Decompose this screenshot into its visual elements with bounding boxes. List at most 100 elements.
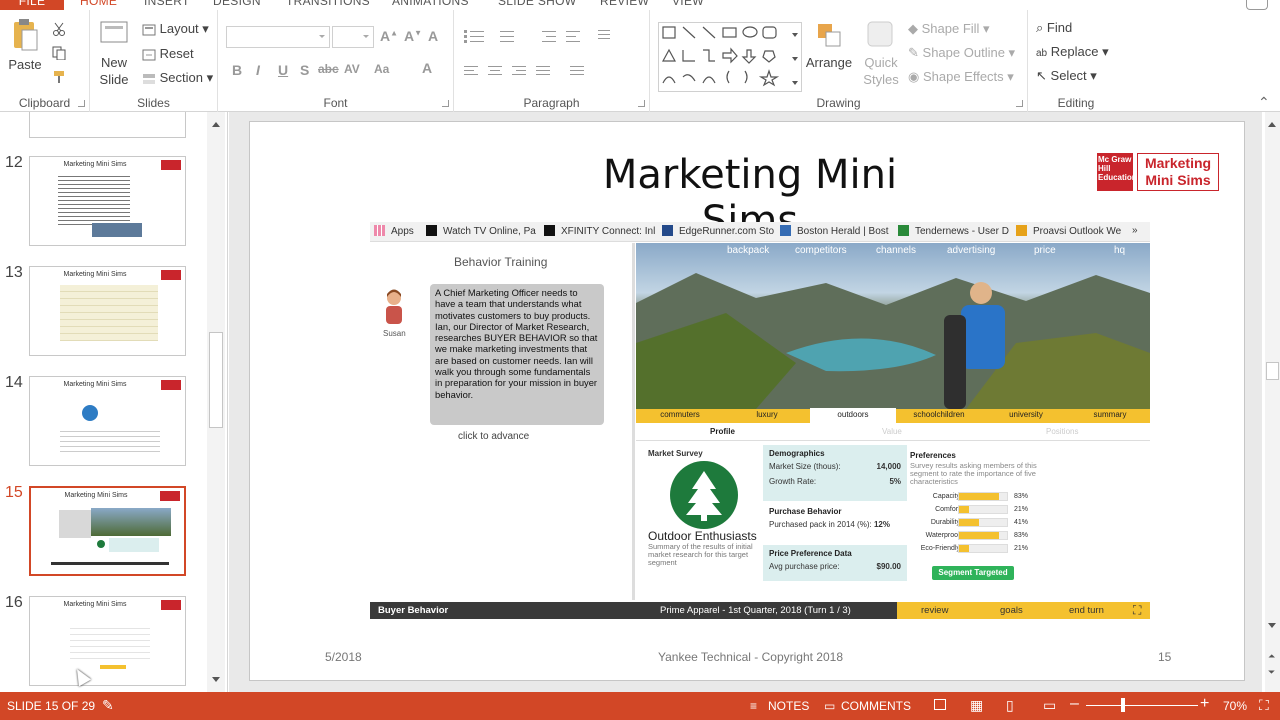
tab-luxury[interactable]: luxury bbox=[724, 410, 810, 419]
reading-view-icon[interactable]: ▯ bbox=[1006, 697, 1014, 714]
shadow-icon[interactable]: S bbox=[300, 62, 309, 78]
scroll-thumb[interactable] bbox=[1266, 362, 1279, 380]
next-slide-icon[interactable]: ⏷ bbox=[1268, 667, 1275, 678]
font-size-combo[interactable] bbox=[332, 26, 374, 48]
subtab-value[interactable]: Value bbox=[882, 427, 902, 436]
footer-page-number[interactable]: 15 bbox=[1158, 650, 1171, 664]
tab-outdoors[interactable]: outdoors bbox=[810, 408, 896, 423]
zoom-in-icon[interactable]: + bbox=[1200, 695, 1209, 713]
tab-slide-show[interactable]: SLIDE SHOW bbox=[498, 0, 576, 8]
change-case-icon[interactable]: Aa bbox=[374, 62, 389, 76]
tab-schoolchildren[interactable]: schoolchildren bbox=[896, 410, 982, 419]
replace-button[interactable]: ab Replace ▾ bbox=[1036, 44, 1109, 60]
tab-view[interactable]: VIEW bbox=[672, 0, 704, 8]
comments-icon[interactable]: ▭ bbox=[824, 699, 835, 713]
nav-hq[interactable]: hq bbox=[1114, 245, 1125, 256]
comments-button[interactable]: COMMENTS bbox=[841, 699, 911, 713]
tab-university[interactable]: university bbox=[982, 410, 1070, 419]
scroll-up-icon[interactable] bbox=[212, 118, 220, 127]
copy-icon[interactable] bbox=[52, 46, 70, 60]
normal-view-icon[interactable] bbox=[934, 699, 946, 710]
notes-button[interactable]: NOTES bbox=[768, 699, 809, 713]
tab-design[interactable]: DESIGN bbox=[213, 0, 261, 8]
subtab-profile[interactable]: Profile bbox=[710, 427, 735, 436]
layout-button[interactable]: Layout ▾ bbox=[142, 21, 209, 37]
slide-sorter-icon[interactable]: ▦ bbox=[970, 697, 983, 714]
nav-competitors[interactable]: competitors bbox=[795, 245, 847, 256]
shape-outline-button[interactable]: ✎ Shape Outline ▾ bbox=[908, 45, 1015, 61]
subtab-positions[interactable]: Positions bbox=[1046, 427, 1078, 436]
reset-button[interactable]: Reset bbox=[142, 46, 194, 61]
drawing-launcher[interactable] bbox=[1016, 100, 1023, 107]
nav-channels[interactable]: channels bbox=[876, 245, 916, 256]
paste-button[interactable]: Paste bbox=[6, 18, 44, 73]
editor-scrollbar[interactable]: ⏶ ⏷ bbox=[1265, 112, 1280, 692]
thumbnail-11[interactable] bbox=[29, 112, 186, 138]
scroll-thumb[interactable] bbox=[209, 332, 223, 428]
list-indent-icons[interactable] bbox=[462, 28, 642, 44]
thumbnail-15[interactable]: Marketing Mini Sims bbox=[29, 486, 186, 576]
spell-check-icon[interactable]: ✎ bbox=[102, 697, 114, 714]
zoom-slider-thumb[interactable] bbox=[1121, 698, 1125, 712]
shrink-font-icon[interactable]: A▼ bbox=[404, 28, 422, 44]
clear-format-icon[interactable]: A bbox=[428, 28, 438, 44]
font-launcher[interactable] bbox=[442, 100, 449, 107]
find-button[interactable]: ⌕ Find bbox=[1036, 20, 1072, 36]
grow-font-icon[interactable]: A▲ bbox=[380, 28, 398, 44]
notes-icon[interactable]: ≡ bbox=[750, 699, 757, 713]
scroll-down-icon[interactable] bbox=[1268, 623, 1276, 632]
tab-commuters[interactable]: commuters bbox=[636, 410, 724, 419]
format-painter-icon[interactable] bbox=[52, 70, 68, 84]
strikethrough-icon[interactable]: abc bbox=[318, 62, 339, 76]
goals-button[interactable]: goals bbox=[1000, 605, 1023, 616]
nav-backpack[interactable]: backpack bbox=[727, 245, 769, 256]
new-slide-button[interactable]: New Slide bbox=[94, 18, 134, 88]
char-spacing-icon[interactable]: AV bbox=[344, 62, 360, 76]
thumbnail-14[interactable]: Marketing Mini Sims bbox=[29, 376, 186, 466]
tab-transitions[interactable]: TRANSITIONS bbox=[286, 0, 370, 8]
fullscreen-icon[interactable]: ⛶ bbox=[1133, 603, 1141, 618]
thumbnails-scrollbar[interactable] bbox=[207, 112, 225, 692]
footer-text[interactable]: Yankee Technical - Copyright 2018 bbox=[658, 650, 843, 664]
tab-insert[interactable]: INSERT bbox=[144, 0, 190, 8]
zoom-level[interactable]: 70% bbox=[1223, 699, 1247, 713]
paragraph-launcher[interactable] bbox=[638, 100, 645, 107]
sim-screenshot[interactable]: Apps Watch TV Online, Pa XFINITY Connect… bbox=[370, 222, 1150, 619]
arrange-button[interactable]: Arrange bbox=[802, 18, 856, 71]
thumbnail-16[interactable]: Marketing Mini Sims bbox=[29, 596, 186, 686]
end-turn-button[interactable]: end turn bbox=[1069, 605, 1104, 616]
quick-styles-button[interactable]: Quick Styles bbox=[856, 18, 906, 88]
tab-summary[interactable]: summary bbox=[1070, 410, 1150, 419]
review-button[interactable]: review bbox=[921, 605, 948, 616]
scroll-down-icon[interactable] bbox=[212, 677, 220, 686]
select-button[interactable]: ↖ Select ▾ bbox=[1036, 68, 1097, 84]
slide-canvas[interactable]: Marketing Mini Sims Mc Graw Hill Educati… bbox=[249, 121, 1245, 681]
bold-icon[interactable]: B bbox=[232, 62, 242, 78]
shape-fill-button[interactable]: ◆ Shape Fill ▾ bbox=[908, 21, 990, 37]
click-to-advance[interactable]: click to advance bbox=[458, 431, 529, 442]
footer-date[interactable]: 5/2018 bbox=[325, 650, 362, 664]
user-icon[interactable] bbox=[1246, 0, 1268, 10]
segment-targeted-button[interactable]: Segment Targeted bbox=[932, 566, 1014, 580]
nav-price[interactable]: price bbox=[1034, 245, 1056, 256]
cut-icon[interactable] bbox=[52, 22, 66, 36]
slide-show-icon[interactable]: ▭ bbox=[1043, 697, 1056, 714]
font-name-combo[interactable] bbox=[226, 26, 330, 48]
alignment-icons[interactable] bbox=[462, 64, 642, 78]
zoom-slider-track[interactable] bbox=[1086, 705, 1198, 706]
shapes-gallery[interactable] bbox=[658, 22, 802, 92]
thumbnail-12[interactable]: Marketing Mini Sims bbox=[29, 156, 186, 246]
scroll-up-icon[interactable] bbox=[1268, 118, 1276, 127]
tab-review[interactable]: REVIEW bbox=[600, 0, 649, 8]
tab-file[interactable]: FILE bbox=[0, 0, 64, 10]
italic-icon[interactable]: I bbox=[256, 62, 260, 78]
tab-home[interactable]: HOME bbox=[80, 0, 117, 8]
shape-effects-button[interactable]: ◉ Shape Effects ▾ bbox=[908, 69, 1014, 85]
section-button[interactable]: Section ▾ bbox=[142, 70, 213, 86]
nav-advertising[interactable]: advertising bbox=[947, 245, 995, 256]
clipboard-launcher[interactable] bbox=[78, 100, 85, 107]
prev-slide-icon[interactable]: ⏶ bbox=[1268, 651, 1275, 662]
font-color-icon[interactable]: A bbox=[422, 60, 432, 76]
thumbnail-13[interactable]: Marketing Mini Sims bbox=[29, 266, 186, 356]
fit-slide-icon[interactable]: ⛶ bbox=[1259, 697, 1269, 714]
